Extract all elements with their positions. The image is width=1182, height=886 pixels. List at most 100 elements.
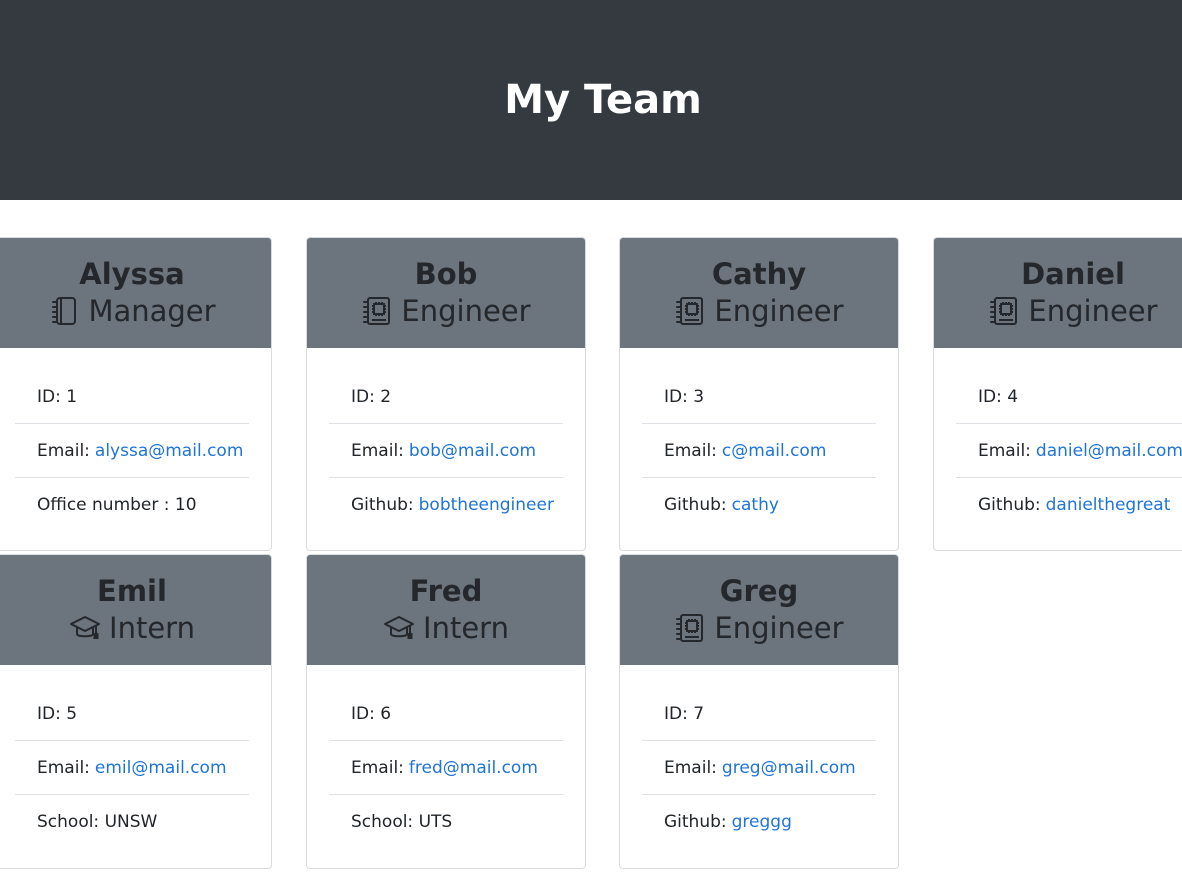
card-header: Emil Intern: [0, 555, 271, 665]
card-body: ID: 1 Email: alyssa@mail.com Office numbe…: [0, 348, 271, 540]
employee-role: Engineer: [674, 292, 844, 330]
id-text: ID: 5: [37, 703, 78, 724]
employee-name: Bob: [414, 257, 478, 291]
page-title: My Team: [504, 77, 702, 123]
github-label: Github:: [978, 495, 1041, 515]
employee-card: Emil Intern ID: 5 Email: emil@mail.com Sc…: [0, 554, 272, 869]
graduation-cap-icon: [383, 612, 415, 644]
github-label: Github:: [664, 812, 727, 832]
employee-role: Engineer: [988, 292, 1158, 330]
email-row: Email: c@mail.com: [642, 424, 876, 478]
email-row: Email: fred@mail.com: [329, 741, 563, 795]
employee-role: Manager: [48, 292, 216, 330]
employee-card: Daniel Engineer ID: 4 Email: daniel@mail.…: [933, 237, 1182, 551]
employee-name: Alyssa: [79, 257, 185, 291]
notebook-icon: [48, 295, 80, 327]
employee-name: Greg: [719, 574, 799, 608]
github-label: Github:: [664, 495, 727, 515]
email-link[interactable]: emil@mail.com: [95, 758, 227, 778]
role-label: Engineer: [714, 611, 844, 645]
employee-role: Intern: [383, 609, 509, 647]
role-label: Engineer: [1028, 294, 1158, 328]
github-link[interactable]: danielthegreat: [1046, 495, 1171, 515]
employee-name: Emil: [97, 574, 167, 608]
email-label: Email:: [664, 757, 717, 778]
email-row: Email: greg@mail.com: [642, 741, 876, 795]
employee-name: Cathy: [711, 257, 807, 291]
email-label: Email:: [37, 440, 90, 461]
office-value: 10: [174, 495, 197, 515]
role-label: Engineer: [714, 294, 844, 328]
employee-card: Alyssa Manager ID: 1 Email: alyssa@mail.c…: [0, 237, 272, 551]
card-body: ID: 7 Email: greg@mail.com Github: greggg: [620, 665, 898, 857]
office-row: Office number : 10: [15, 478, 249, 532]
school-row: School: UNSW: [15, 795, 249, 849]
email-label: Email:: [664, 440, 717, 461]
id-text: ID: 1: [37, 386, 78, 407]
role-label: Engineer: [401, 294, 531, 328]
role-label: Manager: [88, 294, 216, 328]
employee-name: Fred: [409, 574, 483, 608]
header-banner: My Team: [0, 0, 1182, 200]
role-label: Intern: [423, 611, 509, 645]
graduation-cap-icon: [69, 612, 101, 644]
email-row: Email: emil@mail.com: [15, 741, 249, 795]
github-link[interactable]: bobtheengineer: [419, 495, 554, 515]
email-label: Email:: [37, 757, 90, 778]
circuit-book-icon: [361, 295, 393, 327]
email-link[interactable]: greg@mail.com: [722, 758, 856, 778]
card-header: Fred Intern: [307, 555, 585, 665]
email-row: Email: daniel@mail.com: [956, 424, 1182, 478]
email-label: Email:: [978, 440, 1031, 461]
id-text: ID: 2: [351, 386, 392, 407]
email-link[interactable]: daniel@mail.com: [1036, 441, 1182, 461]
id-row: ID: 1: [15, 370, 249, 424]
employee-card: Bob Engineer ID: 2 Email: bob@mail.com Gi…: [306, 237, 586, 551]
school-row: School: UTS: [329, 795, 563, 849]
card-header: Daniel Engineer: [934, 238, 1182, 348]
email-link[interactable]: bob@mail.com: [409, 441, 536, 461]
school-label: School:: [351, 812, 414, 832]
id-row: ID: 6: [329, 687, 563, 741]
school-value: UTS: [418, 812, 453, 832]
github-row: Github: danielthegreat: [956, 478, 1182, 532]
role-label: Intern: [109, 611, 195, 645]
card-body: ID: 6 Email: fred@mail.com School: UTS: [307, 665, 585, 857]
github-row: Github: bobtheengineer: [329, 478, 563, 532]
card-body: ID: 5 Email: emil@mail.com School: UNSW: [0, 665, 271, 857]
github-row: Github: cathy: [642, 478, 876, 532]
id-row: ID: 4: [956, 370, 1182, 424]
id-text: ID: 3: [664, 386, 705, 407]
circuit-book-icon: [988, 295, 1020, 327]
github-link[interactable]: greggg: [732, 812, 792, 832]
id-text: ID: 7: [664, 703, 705, 724]
github-label: Github:: [351, 495, 414, 515]
circuit-book-icon: [674, 295, 706, 327]
card-header: Greg Engineer: [620, 555, 898, 665]
card-header: Bob Engineer: [307, 238, 585, 348]
employee-card: Greg Engineer ID: 7 Email: greg@mail.com …: [619, 554, 899, 869]
email-link[interactable]: alyssa@mail.com: [95, 441, 243, 461]
school-label: School:: [37, 812, 100, 832]
employee-role: Engineer: [674, 609, 844, 647]
office-label: Office number :: [37, 495, 170, 515]
id-row: ID: 5: [15, 687, 249, 741]
id-text: ID: 4: [978, 386, 1019, 407]
email-link[interactable]: fred@mail.com: [409, 758, 538, 778]
card-header: Alyssa Manager: [0, 238, 271, 348]
id-text: ID: 6: [351, 703, 392, 724]
email-label: Email:: [351, 440, 404, 461]
email-label: Email:: [351, 757, 404, 778]
school-value: UNSW: [104, 812, 158, 832]
github-link[interactable]: cathy: [732, 495, 779, 515]
id-row: ID: 2: [329, 370, 563, 424]
card-header: Cathy Engineer: [620, 238, 898, 348]
card-body: ID: 2 Email: bob@mail.com Github: bobtheen…: [307, 348, 585, 540]
card-body: ID: 3 Email: c@mail.com Github: cathy: [620, 348, 898, 540]
employee-card: Cathy Engineer ID: 3 Email: c@mail.com Gi…: [619, 237, 899, 551]
employee-card: Fred Intern ID: 6 Email: fred@mail.com Sc…: [306, 554, 586, 869]
email-link[interactable]: c@mail.com: [722, 441, 826, 461]
id-row: ID: 7: [642, 687, 876, 741]
card-body: ID: 4 Email: daniel@mail.com Github: danie…: [934, 348, 1182, 540]
employee-name: Daniel: [1021, 257, 1125, 291]
